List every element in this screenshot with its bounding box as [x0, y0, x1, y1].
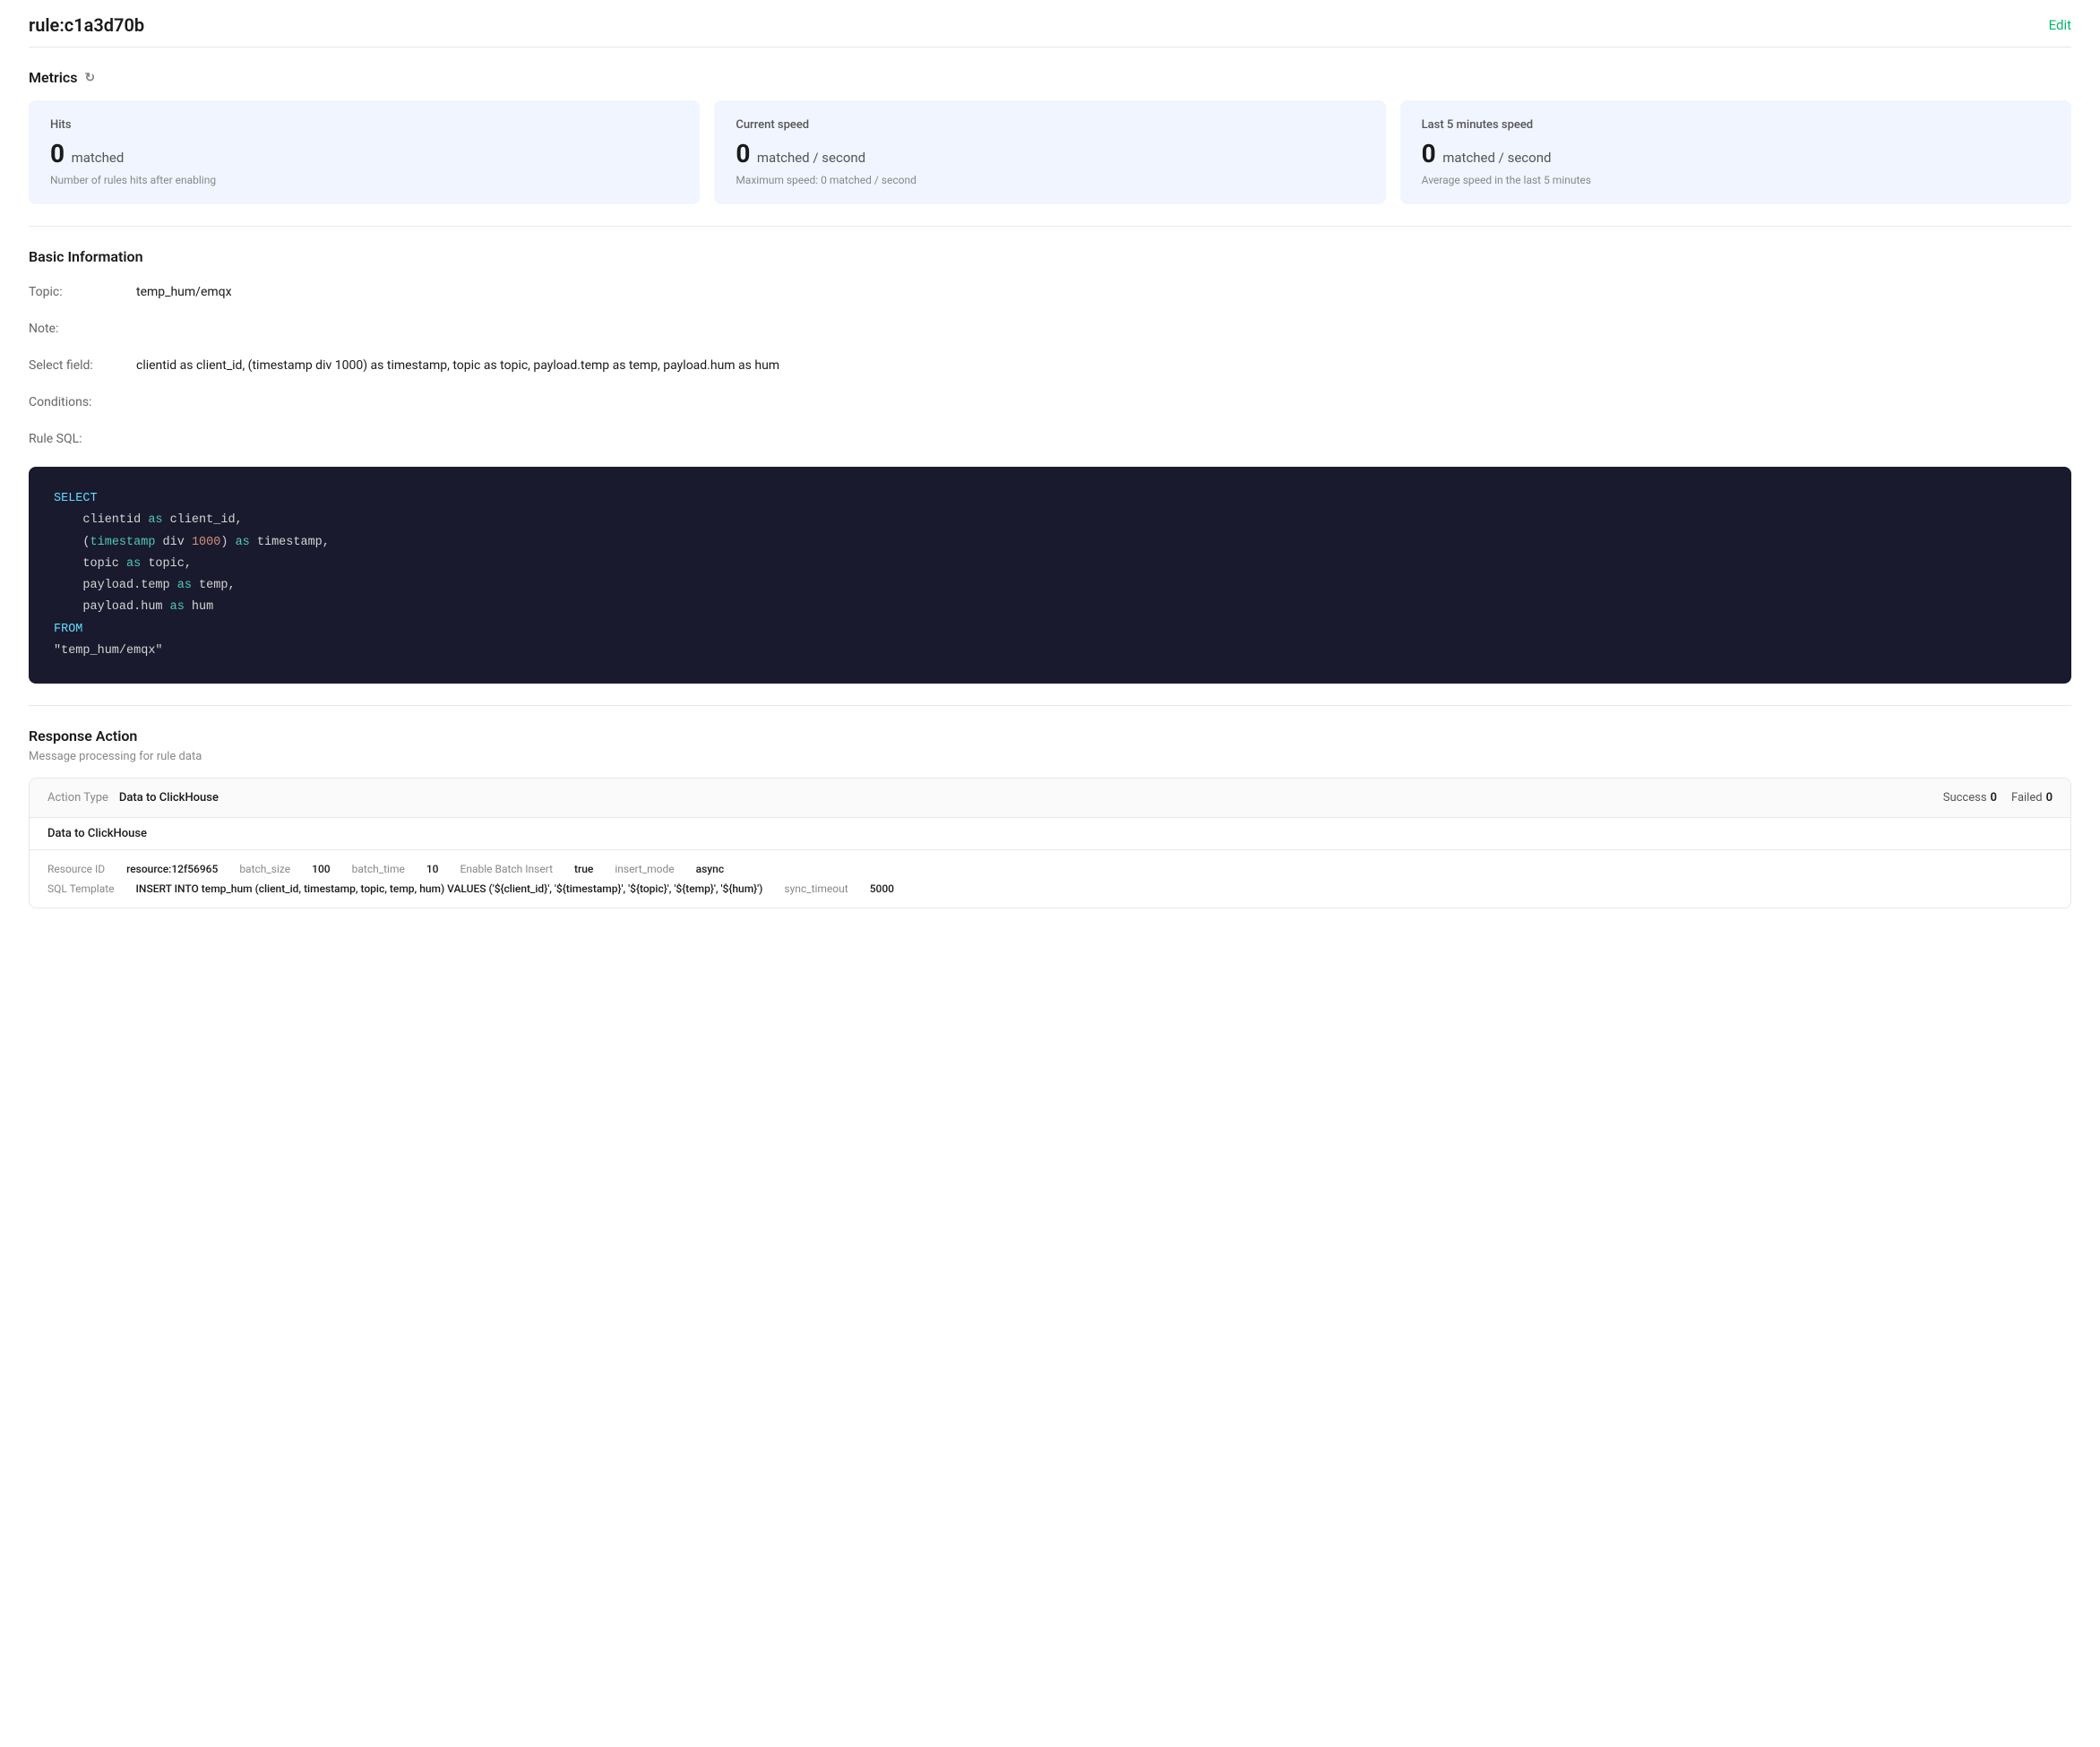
info-row-conditions: Conditions: [29, 393, 2071, 412]
failed-label: Failed [2011, 791, 2043, 805]
action-details: Resource ID resource:12f56965 batch_size… [30, 850, 2070, 908]
action-card: Action Type Data to ClickHouse Success 0… [29, 778, 2071, 908]
metric-label-current: Current speed [736, 118, 1364, 132]
response-section: Response Action Message processing for r… [29, 706, 2071, 930]
detail-row-sql: SQL Template INSERT INTO temp_hum (clien… [47, 882, 2053, 895]
response-title: Response Action [29, 727, 2071, 744]
metric-desc-current: Maximum speed: 0 matched / second [736, 174, 1364, 186]
info-label-topic: Topic: [29, 283, 136, 302]
info-label-note: Note: [29, 320, 136, 339]
resource-id-value: resource:12f56965 [126, 863, 218, 875]
page-header: rule:c1a3d70b Edit [29, 0, 2071, 47]
sql-code-block: SELECT clientid as client_id, (timestamp… [29, 467, 2071, 684]
resource-id-label: Resource ID [47, 863, 105, 875]
code-line-timestamp: (timestamp div 1000) as timestamp, [54, 532, 2046, 554]
info-label-select: Select field: [29, 357, 136, 375]
metric-card-current: Current speed 0 matched / second Maximum… [714, 100, 1385, 204]
metric-card-hits: Hits 0 matched Number of rules hits afte… [29, 100, 700, 204]
metric-value-current: 0 [736, 139, 750, 168]
action-type-row: Action Type Data to ClickHouse [47, 791, 219, 805]
insert-mode-label: insert_mode [615, 863, 674, 875]
metric-value-last5: 0 [1422, 139, 1436, 168]
stat-failed: Failed 0 [2011, 791, 2053, 805]
metric-card-last5: Last 5 minutes speed 0 matched / second … [1400, 100, 2071, 204]
info-label-sql: Rule SQL: [29, 430, 136, 449]
sql-template-value: INSERT INTO temp_hum (client_id, timesta… [136, 882, 763, 895]
code-line-temp: payload.temp as temp, [54, 575, 2046, 597]
response-subtitle: Message processing for rule data [29, 750, 2071, 763]
info-value-select: clientid as client_id, (timestamp div 10… [136, 357, 2071, 375]
metrics-title: Metrics ↻ [29, 69, 2071, 86]
metric-desc-hits: Number of rules hits after enabling [50, 174, 678, 186]
code-line-from: FROM [54, 619, 2046, 641]
info-label-conditions: Conditions: [29, 393, 136, 412]
metric-label-hits: Hits [50, 118, 678, 132]
info-row-select: Select field: clientid as client_id, (ti… [29, 357, 2071, 375]
refresh-icon[interactable]: ↻ [84, 71, 95, 85]
basic-info-title: Basic Information [29, 248, 2071, 265]
batch-size-label: batch_size [239, 863, 290, 875]
failed-value: 0 [2046, 791, 2053, 805]
action-name-row: Data to ClickHouse [30, 818, 2070, 850]
metric-value-hits: 0 [50, 139, 65, 168]
info-row-note: Note: [29, 320, 2071, 339]
sync-timeout-label: sync_timeout [784, 882, 848, 895]
metrics-section: Metrics ↻ Hits 0 matched Number of rules… [29, 47, 2071, 227]
info-row-sql: Rule SQL: [29, 430, 2071, 449]
action-type-value: Data to ClickHouse [119, 791, 219, 805]
metric-desc-last5: Average speed in the last 5 minutes [1422, 174, 2050, 186]
code-line-topic: topic as topic, [54, 554, 2046, 575]
success-value: 0 [1991, 791, 1997, 805]
basic-info-section: Basic Information Topic: temp_hum/emqx N… [29, 227, 2071, 706]
metric-unit-hits: matched [72, 150, 125, 166]
action-header: Action Type Data to ClickHouse Success 0… [30, 779, 2070, 818]
batch-size-value: 100 [312, 863, 330, 875]
success-label: Success [1943, 791, 1987, 805]
stat-success: Success 0 [1943, 791, 1997, 805]
info-value-topic: temp_hum/emqx [136, 283, 2071, 302]
action-type-label: Action Type [47, 791, 108, 805]
page-title: rule:c1a3d70b [29, 14, 144, 36]
action-stats: Success 0 Failed 0 [1943, 791, 2053, 805]
edit-link[interactable]: Edit [2049, 17, 2071, 33]
code-line-clientid: clientid as client_id, [54, 510, 2046, 531]
batch-time-label: batch_time [352, 863, 405, 875]
metric-unit-current: matched / second [757, 150, 865, 166]
code-line-table: "temp_hum/emqx" [54, 641, 2046, 662]
code-line-hum: payload.hum as hum [54, 597, 2046, 618]
metric-label-last5: Last 5 minutes speed [1422, 118, 2050, 132]
sql-template-label: SQL Template [47, 882, 115, 895]
code-line-select: SELECT [54, 488, 2046, 510]
enable-batch-label: Enable Batch Insert [460, 863, 554, 875]
metrics-grid: Hits 0 matched Number of rules hits afte… [29, 100, 2071, 204]
batch-time-value: 10 [426, 863, 439, 875]
enable-batch-value: true [574, 863, 593, 875]
insert-mode-value: async [696, 863, 724, 875]
sync-timeout-value: 5000 [870, 882, 894, 895]
info-row-topic: Topic: temp_hum/emqx [29, 283, 2071, 302]
action-name: Data to ClickHouse [47, 827, 147, 840]
metric-unit-last5: matched / second [1442, 150, 1551, 166]
detail-row-resource: Resource ID resource:12f56965 batch_size… [47, 863, 2053, 875]
